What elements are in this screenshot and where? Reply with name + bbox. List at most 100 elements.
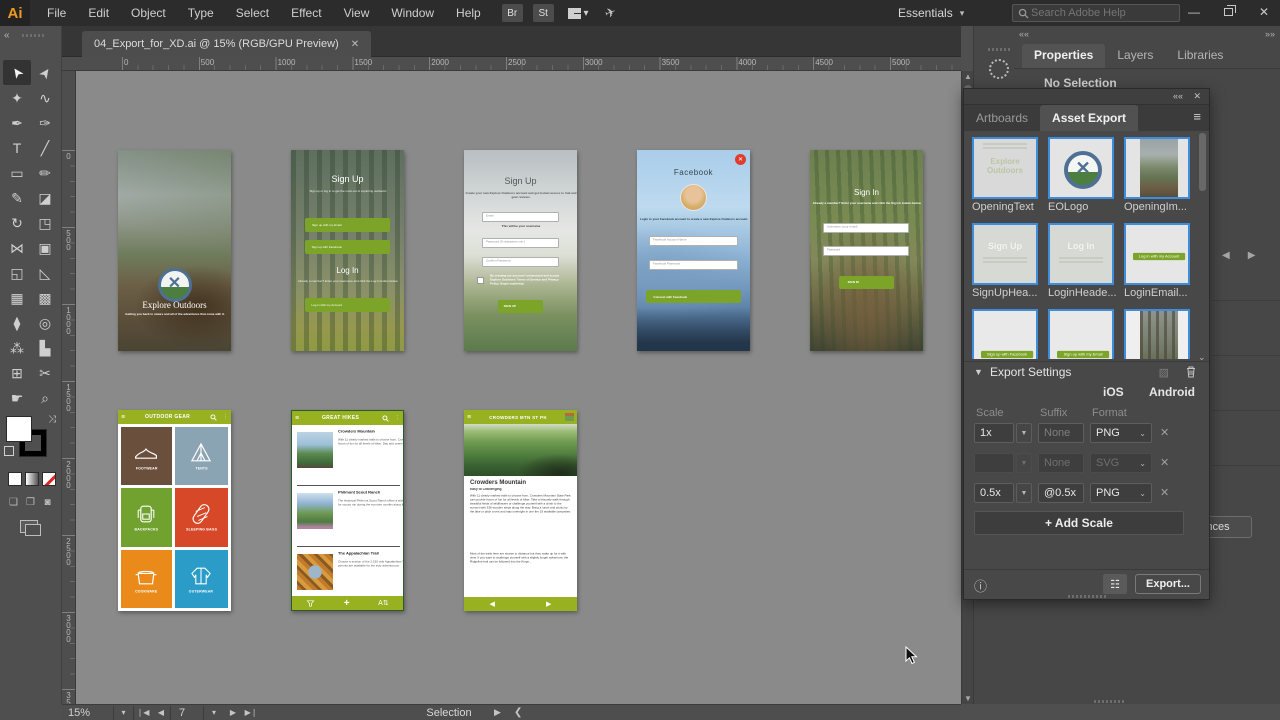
screen-mode-button[interactable] bbox=[20, 520, 38, 533]
disclosure-triangle-icon[interactable]: ▼ bbox=[974, 367, 983, 377]
zoom-level[interactable]: 15% bbox=[62, 706, 114, 720]
hand-tool[interactable]: ☛ bbox=[3, 385, 31, 410]
default-fill-stroke-icon[interactable] bbox=[4, 446, 14, 456]
asset-item[interactable]: Log in with my Account LoginEmail... bbox=[1124, 223, 1194, 299]
collapsed-panel-icon[interactable] bbox=[989, 59, 1009, 79]
panel-menu-icon[interactable]: ≡ bbox=[1193, 109, 1201, 124]
panel-grip[interactable] bbox=[22, 34, 46, 37]
fill-swatch[interactable] bbox=[6, 416, 32, 442]
collapse-panel-icon[interactable]: « bbox=[4, 30, 10, 41]
perspective-grid-tool[interactable]: ◺ bbox=[31, 260, 59, 285]
draw-inside-icon[interactable]: ◙ bbox=[40, 496, 55, 509]
scale-dropdown-icon[interactable]: ▼ bbox=[1016, 423, 1032, 443]
last-artboard-icon[interactable]: ▶❘ bbox=[242, 706, 260, 720]
tab-properties[interactable]: Properties bbox=[1022, 44, 1105, 68]
tab-artboards[interactable]: Artboards bbox=[964, 105, 1040, 131]
menu-file[interactable]: File bbox=[36, 6, 77, 20]
first-artboard-icon[interactable]: ❘◀ bbox=[134, 706, 152, 720]
asset-item[interactable]: Explore Outdoors OpeningText bbox=[972, 137, 1042, 213]
gradient-tool[interactable]: ▩ bbox=[31, 285, 59, 310]
eraser-tool[interactable]: ◪ bbox=[31, 185, 59, 210]
gradient-button[interactable] bbox=[25, 472, 39, 486]
panel-grip[interactable] bbox=[988, 48, 1010, 51]
lasso-tool[interactable]: ∿ bbox=[31, 85, 59, 110]
zoom-dropdown-icon[interactable]: ▾ bbox=[114, 706, 134, 720]
list-view-icon[interactable]: ☷ bbox=[1103, 574, 1127, 594]
arrange-documents-button[interactable]: ▾ bbox=[568, 8, 589, 19]
eyedropper-tool[interactable]: ⧫ bbox=[3, 310, 31, 335]
column-graph-tool[interactable]: ▙ bbox=[31, 335, 59, 360]
artboard-signin[interactable]: Sign In Already a member? Enter your use… bbox=[810, 150, 923, 351]
direct-selection-tool[interactable]: ➤ bbox=[31, 60, 59, 85]
slice-tool[interactable]: ✂ bbox=[31, 360, 59, 385]
android-button[interactable]: Android bbox=[1149, 385, 1195, 399]
asset-item[interactable]: Log In LoginHeade... bbox=[1048, 223, 1118, 299]
menu-window[interactable]: Window bbox=[380, 6, 445, 20]
workspace-switcher[interactable]: Essentials ▾ bbox=[898, 6, 964, 20]
magic-wand-tool[interactable]: ✦ bbox=[3, 85, 31, 110]
panel-resize-grip[interactable] bbox=[1068, 595, 1106, 598]
tab-layers[interactable]: Layers bbox=[1105, 44, 1165, 68]
remove-scale-icon[interactable]: ✕ bbox=[1160, 486, 1169, 499]
next-artboard-icon[interactable]: ▶ bbox=[224, 706, 242, 720]
swap-fill-stroke-icon[interactable]: ⤨ bbox=[48, 414, 56, 425]
scale-tool[interactable]: ◳ bbox=[31, 210, 59, 235]
panel-grip[interactable] bbox=[1094, 700, 1124, 703]
suffix-input[interactable]: None bbox=[1038, 423, 1084, 443]
remove-scale-icon[interactable]: ✕ bbox=[1160, 426, 1169, 439]
selection-tool[interactable]: ➤ bbox=[3, 60, 31, 85]
draw-behind-icon[interactable]: ❐ bbox=[23, 496, 38, 509]
collapse-panel-icon[interactable]: «« bbox=[1173, 91, 1183, 101]
none-button[interactable] bbox=[42, 472, 56, 486]
artboard-signup-choice[interactable]: Sign Up Sign up or log in to get the mos… bbox=[291, 150, 404, 351]
artboard-opening[interactable]: Explore Outdoors Getting you back to nat… bbox=[118, 150, 231, 351]
menu-type[interactable]: Type bbox=[177, 6, 225, 20]
scroll-left-icon[interactable]: ❮ bbox=[514, 707, 522, 718]
asset-item[interactable]: Sign up with Facebook bbox=[972, 309, 1042, 359]
minimize-button[interactable]: — bbox=[1178, 0, 1210, 24]
artboard-signup-form[interactable]: Sign Up Create your new Explore Outdoors… bbox=[464, 150, 577, 351]
paintbrush-tool[interactable]: ✏ bbox=[31, 160, 59, 185]
suffix-input[interactable]: @0.5x bbox=[1038, 483, 1084, 503]
share-icon[interactable]: ✈ bbox=[602, 4, 618, 23]
menu-view[interactable]: View bbox=[333, 6, 381, 20]
trash-icon[interactable] bbox=[1185, 365, 1197, 378]
symbol-sprayer-tool[interactable]: ⁂ bbox=[3, 335, 31, 360]
scale-value[interactable]: 0.5x bbox=[974, 483, 1014, 503]
mesh-tool[interactable]: ▦ bbox=[3, 285, 31, 310]
restore-button[interactable] bbox=[1212, 0, 1244, 24]
curvature-tool[interactable]: ✑ bbox=[31, 110, 59, 135]
scale-value[interactable]: 1x bbox=[974, 423, 1014, 443]
artboard-facebook-login[interactable]: ✕ Facebook Login to your Facebook accoun… bbox=[637, 150, 750, 351]
menu-select[interactable]: Select bbox=[225, 6, 280, 20]
asset-item[interactable] bbox=[1124, 309, 1194, 359]
shape-builder-tool[interactable]: ◱ bbox=[3, 260, 31, 285]
ios-button[interactable]: iOS bbox=[1103, 385, 1124, 399]
collapse-dock-icon[interactable]: «« bbox=[1019, 29, 1029, 39]
artboard-number[interactable]: 7 bbox=[170, 706, 204, 720]
tab-asset-export[interactable]: Asset Export bbox=[1040, 105, 1138, 131]
preset-icon[interactable]: ▨ bbox=[1159, 366, 1169, 379]
help-search-input[interactable] bbox=[1029, 6, 1159, 20]
stock-button[interactable]: St bbox=[533, 4, 554, 22]
rotate-tool[interactable]: ↻ bbox=[3, 210, 31, 235]
menu-help[interactable]: Help bbox=[445, 6, 492, 20]
width-tool[interactable]: ⋈ bbox=[3, 235, 31, 260]
bridge-button[interactable]: Br bbox=[502, 4, 523, 22]
help-search-box[interactable] bbox=[1012, 4, 1180, 22]
format-select[interactable]: PNG⌄ bbox=[1090, 483, 1152, 503]
add-scale-button[interactable]: + Add Scale bbox=[974, 511, 1184, 535]
format-select[interactable]: PNG⌄ bbox=[1090, 423, 1152, 443]
close-button[interactable]: ✕ bbox=[1248, 0, 1280, 24]
format-select[interactable]: SVG⌄ bbox=[1090, 453, 1152, 473]
export-button[interactable]: Export... bbox=[1135, 574, 1201, 594]
asset-scrollbar[interactable]: ⌄ bbox=[1198, 133, 1207, 357]
document-tab[interactable]: 04_Export_for_XD.ai @ 15% (RGB/GPU Previ… bbox=[82, 31, 371, 57]
zoom-tool[interactable]: ⌕ bbox=[31, 385, 59, 410]
asset-item[interactable]: Sign up with my Email bbox=[1048, 309, 1118, 359]
line-segment-tool[interactable]: ╱ bbox=[31, 135, 59, 160]
pen-tool[interactable]: ✒ bbox=[3, 110, 31, 135]
menu-object[interactable]: Object bbox=[120, 6, 177, 20]
asset-item[interactable]: OpeningIm... bbox=[1124, 137, 1194, 213]
rectangle-tool[interactable]: ▭ bbox=[3, 160, 31, 185]
